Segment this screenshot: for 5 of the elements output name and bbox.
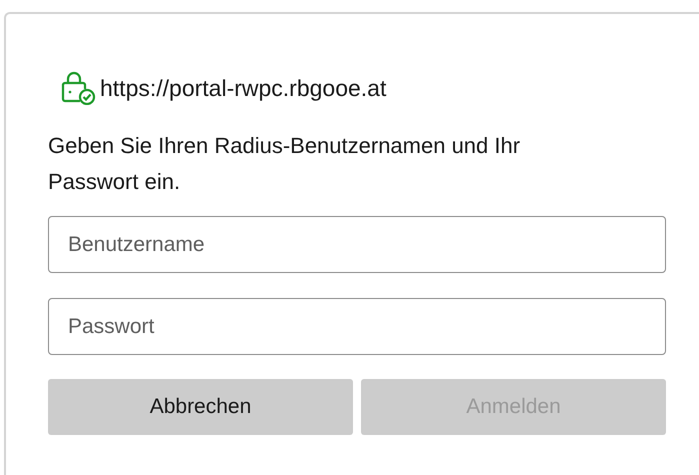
username-field[interactable]: Benutzername xyxy=(48,216,666,273)
cancel-button[interactable]: Abbrechen xyxy=(48,379,353,435)
login-prompt: Geben Sie Ihren Radius-Benutzernamen und Ihr Passwort ein. xyxy=(48,132,522,196)
site-url: https://portal-rwpc.rbgooe.at xyxy=(100,74,386,103)
password-field[interactable]: Passwort xyxy=(48,298,666,355)
